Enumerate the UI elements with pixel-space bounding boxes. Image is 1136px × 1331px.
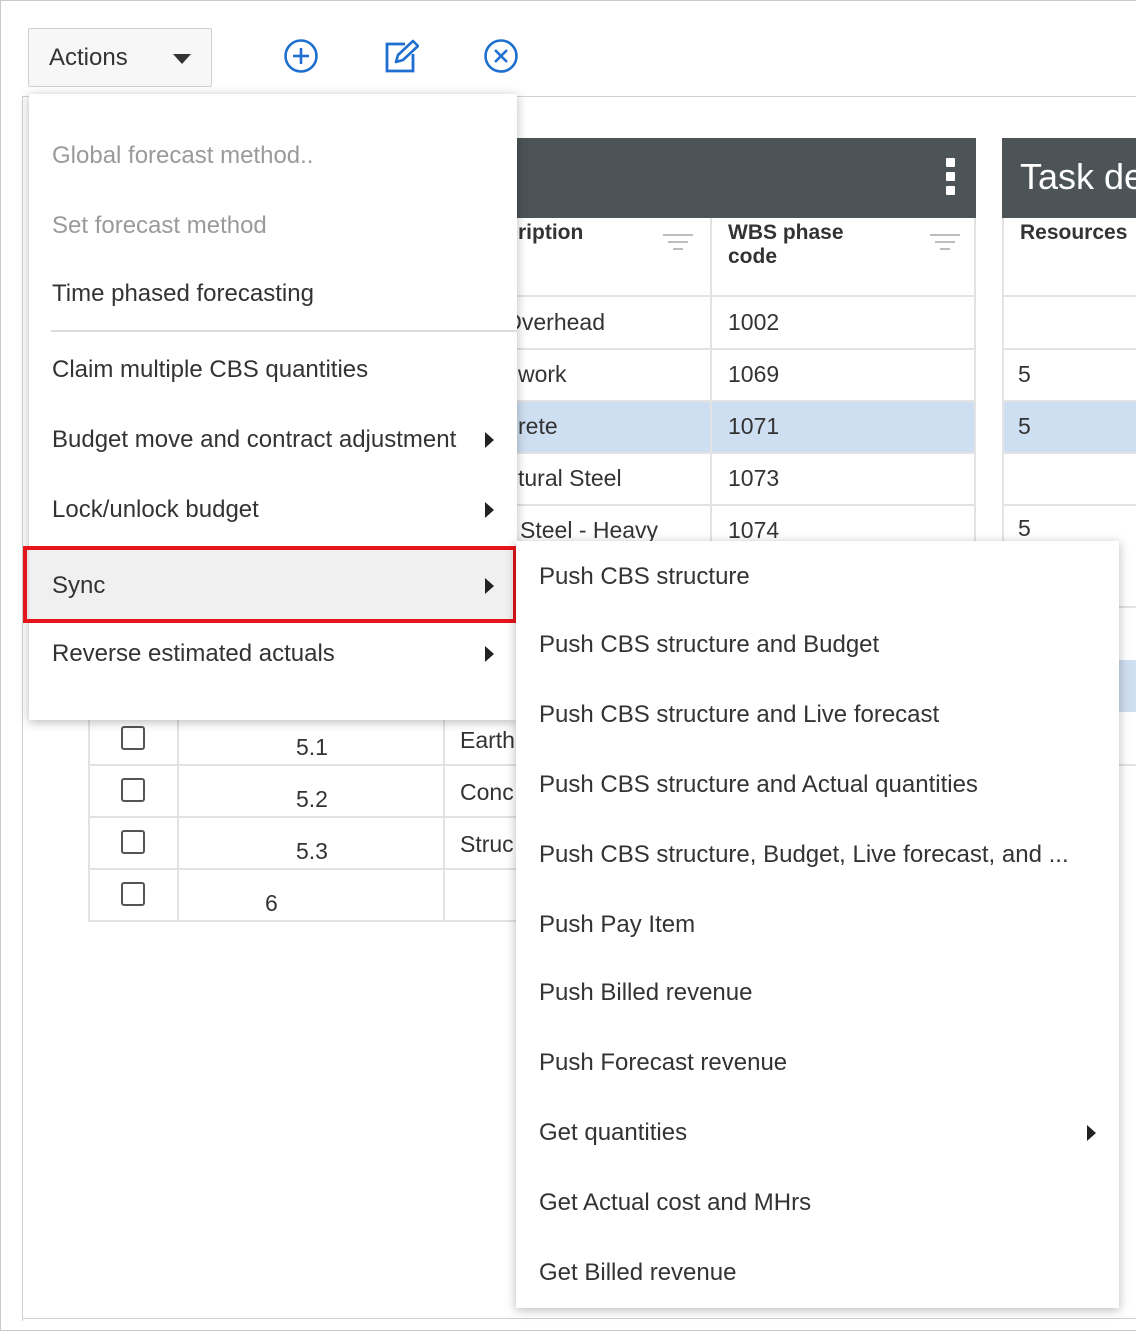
edit-icon[interactable]	[383, 38, 419, 74]
submenu-item-get-billed-revenue[interactable]: Get Billed revenue	[516, 1243, 1119, 1303]
column-header-wbs-line1: WBS phase	[728, 221, 844, 244]
column-header-wbs-phase-code[interactable]: WBS phase code	[728, 221, 844, 269]
menu-item-label: Budget move and contract adjustment	[52, 426, 457, 453]
menu-item-set-forecast-method[interactable]: Set forecast method	[29, 196, 517, 256]
menu-item-budget-move[interactable]: Budget move and contract adjustment	[29, 410, 517, 470]
submenu-item-push-billed-revenue[interactable]: Push Billed revenue	[516, 963, 1119, 1023]
menu-item-label: Lock/unlock budget	[52, 496, 259, 523]
menu-item-label: Get Billed revenue	[539, 1259, 737, 1286]
submenu-item-push-cbs-structure[interactable]: Push CBS structure	[516, 547, 1119, 607]
cell-description: tural Steel	[518, 465, 622, 491]
actions-label: Actions	[49, 43, 128, 71]
cell-resources: 5	[1018, 413, 1031, 439]
menu-item-label: Reverse estimated actuals	[52, 640, 335, 667]
menu-divider	[51, 330, 517, 332]
row-checkbox[interactable]	[121, 726, 145, 750]
menu-item-label: Push CBS structure and Actual quantities	[539, 771, 978, 798]
cell-description: Struc	[460, 831, 514, 857]
menu-item-label: Global forecast method..	[52, 142, 314, 169]
menu-item-label: Set forecast method	[52, 212, 267, 239]
cell-description: rete	[518, 413, 558, 439]
submenu-item-get-quantities[interactable]: Get quantities	[516, 1103, 1119, 1163]
menu-item-label: Push Billed revenue	[539, 979, 753, 1006]
submenu-arrow-icon	[485, 646, 494, 662]
menu-item-label: Claim multiple CBS quantities	[52, 356, 369, 383]
cell-description: Steel - Heavy	[520, 517, 659, 543]
menu-item-label: Get Actual cost and MHrs	[539, 1189, 812, 1216]
cell-wbs: 1073	[728, 465, 780, 491]
close-circle-icon[interactable]	[483, 38, 519, 74]
cell-id: 5.3	[296, 838, 328, 864]
menu-item-label: Push CBS structure, Budget, Live forecas…	[539, 841, 1069, 868]
filter-icon[interactable]	[929, 234, 961, 254]
cell-id: 5.2	[296, 786, 328, 812]
menu-item-label: Push Forecast revenue	[539, 1049, 788, 1076]
actions-menu: Global forecast method.. Set forecast me…	[29, 94, 517, 720]
menu-item-label: Push CBS structure and Live forecast	[539, 701, 940, 728]
add-circle-icon[interactable]	[283, 38, 319, 74]
menu-item-global-forecast-method[interactable]: Global forecast method..	[29, 126, 517, 186]
cell-wbs: 1071	[728, 413, 780, 439]
menu-item-time-phased-forecasting[interactable]: Time phased forecasting	[29, 264, 517, 324]
cell-description: work	[518, 361, 567, 387]
column-header-wbs-line2: code	[728, 245, 778, 268]
selected-row-bg	[1118, 660, 1136, 712]
submenu-item-push-cbs-all[interactable]: Push CBS structure, Budget, Live forecas…	[516, 825, 1119, 885]
menu-item-label: Push CBS structure	[539, 563, 750, 590]
submenu-item-push-pay-item[interactable]: Push Pay Item	[516, 895, 1119, 955]
kebab-menu-icon[interactable]	[946, 158, 956, 196]
cell-resources: 5	[1018, 361, 1031, 387]
caret-down-icon	[173, 54, 191, 64]
menu-item-lock-unlock-budget[interactable]: Lock/unlock budget	[29, 480, 517, 540]
task-panel-title: Task de	[1020, 156, 1136, 197]
row-checkbox[interactable]	[121, 830, 145, 854]
actions-dropdown-button[interactable]: Actions	[28, 28, 212, 87]
submenu-item-push-cbs-actual-quantities[interactable]: Push CBS structure and Actual quantities	[516, 755, 1119, 815]
cell-id: 5.1	[296, 734, 328, 760]
submenu-arrow-icon	[485, 432, 494, 448]
menu-item-label: Push Pay Item	[539, 911, 696, 938]
submenu-arrow-icon	[485, 502, 494, 518]
row-checkbox[interactable]	[121, 778, 145, 802]
cell-wbs: 1002	[728, 309, 780, 335]
cell-description: Overhead	[504, 309, 606, 335]
sync-highlight-box	[23, 546, 517, 623]
sync-submenu: Push CBS structure Push CBS structure an…	[516, 541, 1119, 1308]
menu-item-label: Push CBS structure and Budget	[539, 631, 880, 658]
menu-item-label: Get quantities	[539, 1119, 688, 1146]
cell-wbs: 1074	[728, 517, 780, 543]
submenu-item-get-actual-cost[interactable]: Get Actual cost and MHrs	[516, 1173, 1119, 1233]
submenu-item-push-forecast-revenue[interactable]: Push Forecast revenue	[516, 1033, 1119, 1093]
menu-item-label: Time phased forecasting	[52, 280, 314, 307]
cell-id: 6	[265, 890, 278, 916]
submenu-arrow-icon	[1087, 1125, 1096, 1141]
cell-wbs: 1069	[728, 361, 780, 387]
filter-icon[interactable]	[662, 234, 694, 254]
cell-description: Earth	[460, 727, 515, 753]
submenu-item-push-cbs-live-forecast[interactable]: Push CBS structure and Live forecast	[516, 685, 1119, 745]
cell-resources: 5	[1018, 515, 1031, 541]
grid-header-bar	[460, 138, 976, 218]
menu-item-reverse-estimated-actuals[interactable]: Reverse estimated actuals	[29, 624, 517, 684]
bottom-border	[22, 1318, 1136, 1319]
column-header-resources[interactable]: Resources	[1020, 221, 1127, 245]
row-checkbox[interactable]	[121, 882, 145, 906]
submenu-item-push-cbs-budget[interactable]: Push CBS structure and Budget	[516, 615, 1119, 675]
menu-item-claim-multiple-cbs-quantities[interactable]: Claim multiple CBS quantities	[29, 340, 517, 400]
column-header-description[interactable]: ription	[518, 221, 583, 245]
cell-description: Conc	[460, 779, 514, 805]
